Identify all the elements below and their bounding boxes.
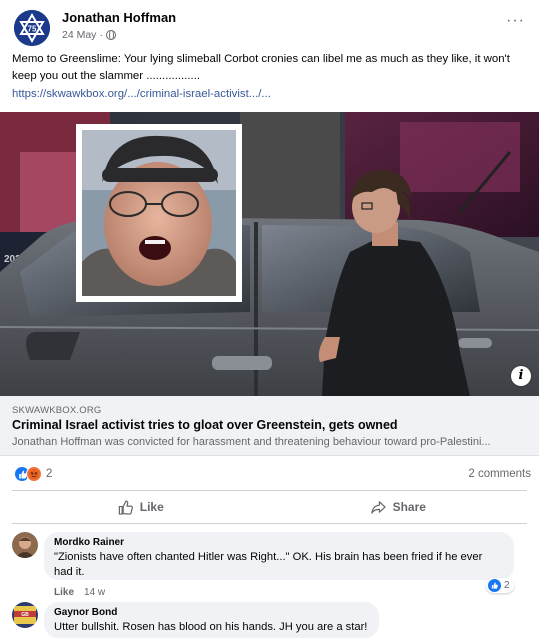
angry-reaction-icon (26, 466, 42, 482)
post-actions-bar: Like Share (12, 492, 527, 522)
comment-count[interactable]: 2 comments (468, 468, 531, 480)
comment-bubble: Gaynor Bond Utter bullshit. Rosen has bl… (44, 602, 379, 638)
more-options-icon[interactable]: ··· (506, 12, 525, 30)
commenter-name[interactable]: Gaynor Bond (54, 607, 369, 618)
comment-timestamp[interactable]: 14 w (84, 587, 105, 598)
share-button[interactable]: Share (270, 492, 528, 522)
author-avatar[interactable]: 75 (14, 10, 50, 46)
reactions-summary[interactable]: 2 (14, 466, 52, 482)
comment-item: Mordko Rainer "Zionists have often chant… (12, 532, 527, 600)
post-header: 75 Jonathan Hoffman 24 May · ··· (14, 8, 529, 46)
share-arrow-icon (370, 500, 386, 514)
globe-icon (105, 30, 116, 40)
comment-reaction-count: 2 (504, 580, 510, 591)
divider (12, 490, 527, 491)
info-icon[interactable]: i (511, 366, 531, 386)
comment-actions: Like 14 w (54, 587, 105, 598)
post-date[interactable]: 24 May (62, 29, 96, 41)
divider (12, 523, 527, 524)
commenter-avatar[interactable]: GB (12, 602, 38, 628)
link-preview-card[interactable]: SKWAWKBOX.ORG Criminal Israel activist t… (0, 396, 539, 456)
post-meta: 24 May · (62, 29, 116, 41)
commenter-avatar[interactable] (12, 532, 38, 558)
svg-text:GB: GB (21, 612, 29, 618)
commenter-name[interactable]: Mordko Rainer (54, 537, 504, 548)
thumbs-up-icon (118, 500, 133, 515)
comment-text: Utter bullshit. Rosen has blood on his h… (54, 621, 368, 633)
like-reaction-icon (488, 579, 501, 592)
street-scene-photo: 2023 | GRAM (0, 112, 539, 396)
link-preview-description: Jonathan Hoffman was convicted for haras… (12, 436, 491, 448)
comment-bubble: Mordko Rainer "Zionists have often chant… (44, 532, 514, 580)
link-preview-domain: SKWAWKBOX.ORG (12, 405, 102, 416)
avatar-badge-text: 75 (28, 25, 37, 34)
comment-reactions[interactable]: 2 (486, 578, 514, 593)
comment-text: "Zionists have often chanted Hitler was … (54, 551, 483, 578)
post-image[interactable]: 2023 | GRAM i (0, 112, 539, 396)
post-text: Memo to Greenslime: Your lying slimeball… (12, 53, 510, 82)
comment-like-button[interactable]: Like (54, 587, 74, 598)
author-name[interactable]: Jonathan Hoffman (62, 10, 176, 25)
meta-separator: · (99, 29, 103, 41)
share-button-label: Share (392, 500, 426, 514)
post-link[interactable]: https://skwawkbox.org/.../criminal-israe… (12, 88, 271, 100)
link-preview-title[interactable]: Criminal Israel activist tries to gloat … (12, 418, 398, 432)
like-button-label: Like (139, 500, 164, 514)
star-of-david-icon: 75 (14, 10, 50, 46)
like-button[interactable]: Like (12, 492, 270, 522)
comment-item: GB Gaynor Bond Utter bullshit. Rosen has… (12, 602, 527, 640)
reaction-count: 2 (46, 468, 53, 480)
